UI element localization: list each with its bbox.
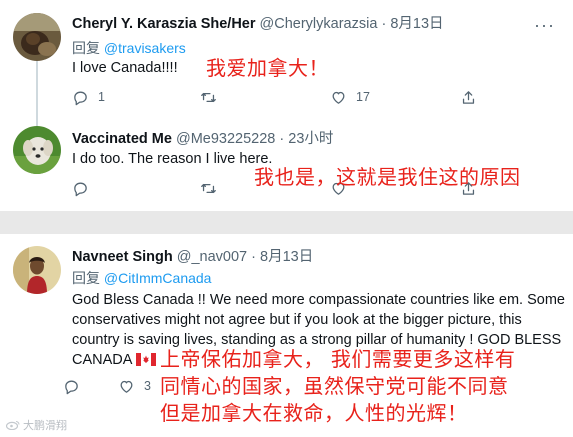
retweet-button[interactable] [200,87,226,107]
watermark: 大鹏滑翔 [6,417,67,433]
timestamp[interactable]: 8月13日 [390,16,443,32]
like-icon [332,91,345,104]
like-button[interactable]: 3 [118,376,151,396]
reply-button[interactable] [63,376,89,396]
tweet-vaccinated-me[interactable]: Vaccinated Me @Me93225228 · 23小时 I do to… [0,112,573,211]
reply-to-link[interactable]: @travisakers [104,40,186,56]
timestamp[interactable]: 23小时 [288,131,333,147]
weibo-logo-icon [6,420,20,430]
user-handle[interactable]: @Me93225228 [176,131,275,147]
tweet-text: I do too. The reason I live here. [72,151,273,167]
timestamp[interactable]: 8月13日 [260,249,313,265]
separator-dot: · [251,249,256,265]
tweet-header: Navneet Singh @_nav007 · 8月13日 [72,248,313,266]
translation-overlay: 上帝保佑加拿大， 我们需要更多这样有 同情心的国家，虽然保守党可能不同意 但是加… [160,346,515,427]
avatar-image [13,13,61,61]
translation-overlay: 我爱加拿大！ [206,56,329,80]
watermark-text: 大鹏滑翔 [23,420,67,432]
retweet-icon [201,183,216,193]
avatar[interactable] [13,246,61,294]
avatar-image [13,246,61,294]
reply-context: 回复 @CitImmCanada [72,269,211,287]
tweet-text-line: God Bless Canada !! We need more compass… [72,292,565,308]
reply-context: 回复 @travisakers [72,39,186,57]
avatar[interactable] [13,126,61,174]
tweet-header: Vaccinated Me @Me93225228 · 23小时 [72,130,333,148]
translation-line: 同情心的国家，虽然保守党可能不同意 [160,374,509,398]
reply-icon [74,91,87,105]
share-icon [462,90,475,104]
like-icon [120,380,133,393]
translation-line: 但是加拿大在救命，人性的光辉！ [160,401,468,425]
reply-count: 1 [98,90,105,104]
tweet-cheryl[interactable]: Cheryl Y. Karaszia She/Her @Cherylykaraz… [0,0,573,118]
reply-icon [74,182,87,196]
user-handle[interactable]: @_nav007 [177,249,247,265]
display-name[interactable]: Cheryl Y. Karaszia She/Her [72,16,256,32]
reply-icon [65,380,78,394]
tweet-text-line: CANADA [72,352,133,368]
like-count: 3 [144,379,151,393]
share-button[interactable] [460,87,477,107]
display-name[interactable]: Navneet Singh [72,249,173,265]
reply-to-link[interactable]: @CitImmCanada [104,270,212,286]
more-icon[interactable]: ··· [534,16,555,34]
reply-button[interactable] [72,178,98,198]
translation-overlay: 我也是，这就是我住这的原因 [254,165,521,189]
tweet-navneet[interactable]: Navneet Singh @_nav007 · 8月13日 回复 @CitIm… [0,234,573,437]
retweet-button[interactable] [200,178,226,198]
avatar-image [13,126,61,174]
thread-connector [36,112,38,126]
retweet-icon [201,92,216,102]
reply-prefix: 回复 [72,270,104,286]
tweet-header: Cheryl Y. Karaszia She/Her @Cherylykaraz… [72,15,444,33]
avatar[interactable] [13,13,61,61]
reply-prefix: 回复 [72,40,104,56]
display-name[interactable]: Vaccinated Me [72,131,172,147]
user-handle[interactable]: @Cherylykarazsia [260,16,378,32]
action-bar: 1 17 [72,87,492,107]
thread-connector [36,60,38,118]
section-divider [0,211,573,234]
tweet-text: I love Canada!!!! [72,60,178,76]
tweet-text-line: conservatives might not agree but if you… [72,312,522,328]
reply-button[interactable]: 1 [72,87,105,107]
separator-dot: · [279,131,285,147]
like-button[interactable]: 17 [330,87,370,107]
translation-line: 上帝保佑加拿大， 我们需要更多这样有 [160,347,516,371]
separator-dot: · [381,16,387,32]
canada-flag-icon [136,353,157,366]
like-count: 17 [356,90,370,104]
